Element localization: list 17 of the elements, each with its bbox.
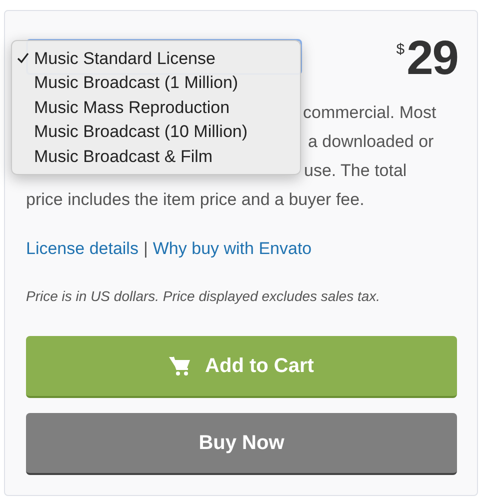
dropdown-option[interactable]: Music Broadcast (10 Million) [12,120,300,144]
dropdown-option[interactable]: Music Standard License [12,46,300,70]
price-amount: 29 [406,35,458,83]
description-text: a downloaded or [308,132,434,151]
link-separator: | [143,238,148,260]
currency-symbol: $ [396,40,405,60]
dropdown-option[interactable]: Music Mass Reproduction [12,95,300,120]
price-note: Price is in US dollars. Price displayed excludes sales tax. [26,287,382,306]
cart-icon [169,356,192,376]
description-text: price includes the item price and a buyer fee. [26,190,364,209]
description-text: commercial. Most [303,103,436,122]
text-link[interactable]: License details [26,237,138,261]
description-text: use. The total [304,161,407,180]
dropdown-option[interactable]: Music Broadcast (1 Million) [12,70,300,95]
text-link[interactable]: Why buy with Envato [152,237,312,261]
buy-now-button[interactable]: Buy Now [26,413,457,475]
dropdown-option[interactable]: Music Broadcast & Film [12,144,300,168]
